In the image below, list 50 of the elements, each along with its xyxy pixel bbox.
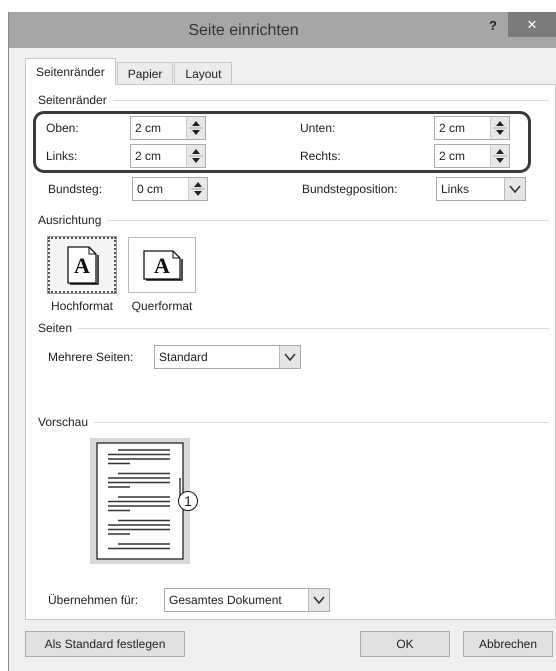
dialog-button[interactable]: OK [360, 631, 450, 657]
dropdown-field[interactable]: Standard [154, 345, 301, 369]
input-value[interactable]: 2 cm [435, 117, 490, 139]
callout-number: 1 [178, 491, 198, 511]
field-label: Unten: [300, 121, 336, 135]
portrait-page-icon[interactable]: A [48, 237, 116, 293]
dropdown-field[interactable]: Gesamtes Dokument [164, 588, 330, 612]
spinner-icon[interactable] [186, 117, 205, 139]
spinner-icon[interactable] [490, 117, 509, 139]
orientation-option[interactable]: A Hochformat [48, 237, 116, 313]
dropdown-value[interactable]: Standard [155, 346, 279, 368]
spinner-icon[interactable] [490, 145, 509, 167]
spin-field[interactable]: 2 cm [434, 144, 510, 168]
orientation-option[interactable]: A Querformat [128, 237, 196, 313]
dropdown-value[interactable]: Links [437, 178, 504, 200]
help-button[interactable]: ? [478, 12, 508, 33]
tab[interactable]: Papier [116, 62, 174, 84]
group-heading: Ausrichtung [38, 213, 102, 227]
close-button[interactable]: × [508, 12, 556, 37]
spin-field[interactable]: 2 cm [130, 144, 206, 168]
spin-field[interactable]: 2 cm [130, 116, 206, 140]
window-title: Seite einrichten [187, 21, 300, 40]
tab[interactable]: Seitenränder [25, 58, 116, 85]
group-heading: Vorschau [38, 415, 88, 429]
field-label: Links: [46, 149, 78, 163]
chevron-down-icon[interactable] [504, 178, 525, 200]
field-label: Bundsteg: [48, 182, 104, 196]
dialog-button[interactable]: Abbrechen [463, 631, 553, 657]
input-value[interactable]: 2 cm [131, 117, 186, 139]
chevron-down-icon[interactable] [308, 589, 329, 611]
dialog-button[interactable]: Als Standard festlegen [25, 631, 185, 657]
group-heading: Seiten [38, 321, 72, 335]
tab[interactable]: Layout [174, 62, 232, 84]
dropdown-field[interactable]: Links [436, 177, 526, 201]
group-heading: Seitenränder [38, 93, 107, 107]
input-value[interactable]: 2 cm [131, 145, 186, 167]
field-label: Oben: [46, 121, 80, 135]
spinner-icon[interactable] [188, 178, 207, 200]
field-label: Übernehmen für: [48, 593, 140, 607]
field-label: Bundstegposition: [302, 182, 398, 196]
landscape-page-icon[interactable]: A [128, 237, 196, 293]
dropdown-value[interactable]: Gesamtes Dokument [165, 589, 308, 611]
input-value[interactable]: 0 cm [133, 178, 188, 200]
spin-field[interactable]: 2 cm [434, 116, 510, 140]
spinner-icon[interactable] [186, 145, 205, 167]
field-label: Mehrere Seiten: [48, 350, 134, 364]
input-value[interactable]: 2 cm [435, 145, 490, 167]
chevron-down-icon[interactable] [279, 346, 300, 368]
spin-field[interactable]: 0 cm [132, 177, 208, 201]
field-label: Rechts: [300, 149, 342, 163]
